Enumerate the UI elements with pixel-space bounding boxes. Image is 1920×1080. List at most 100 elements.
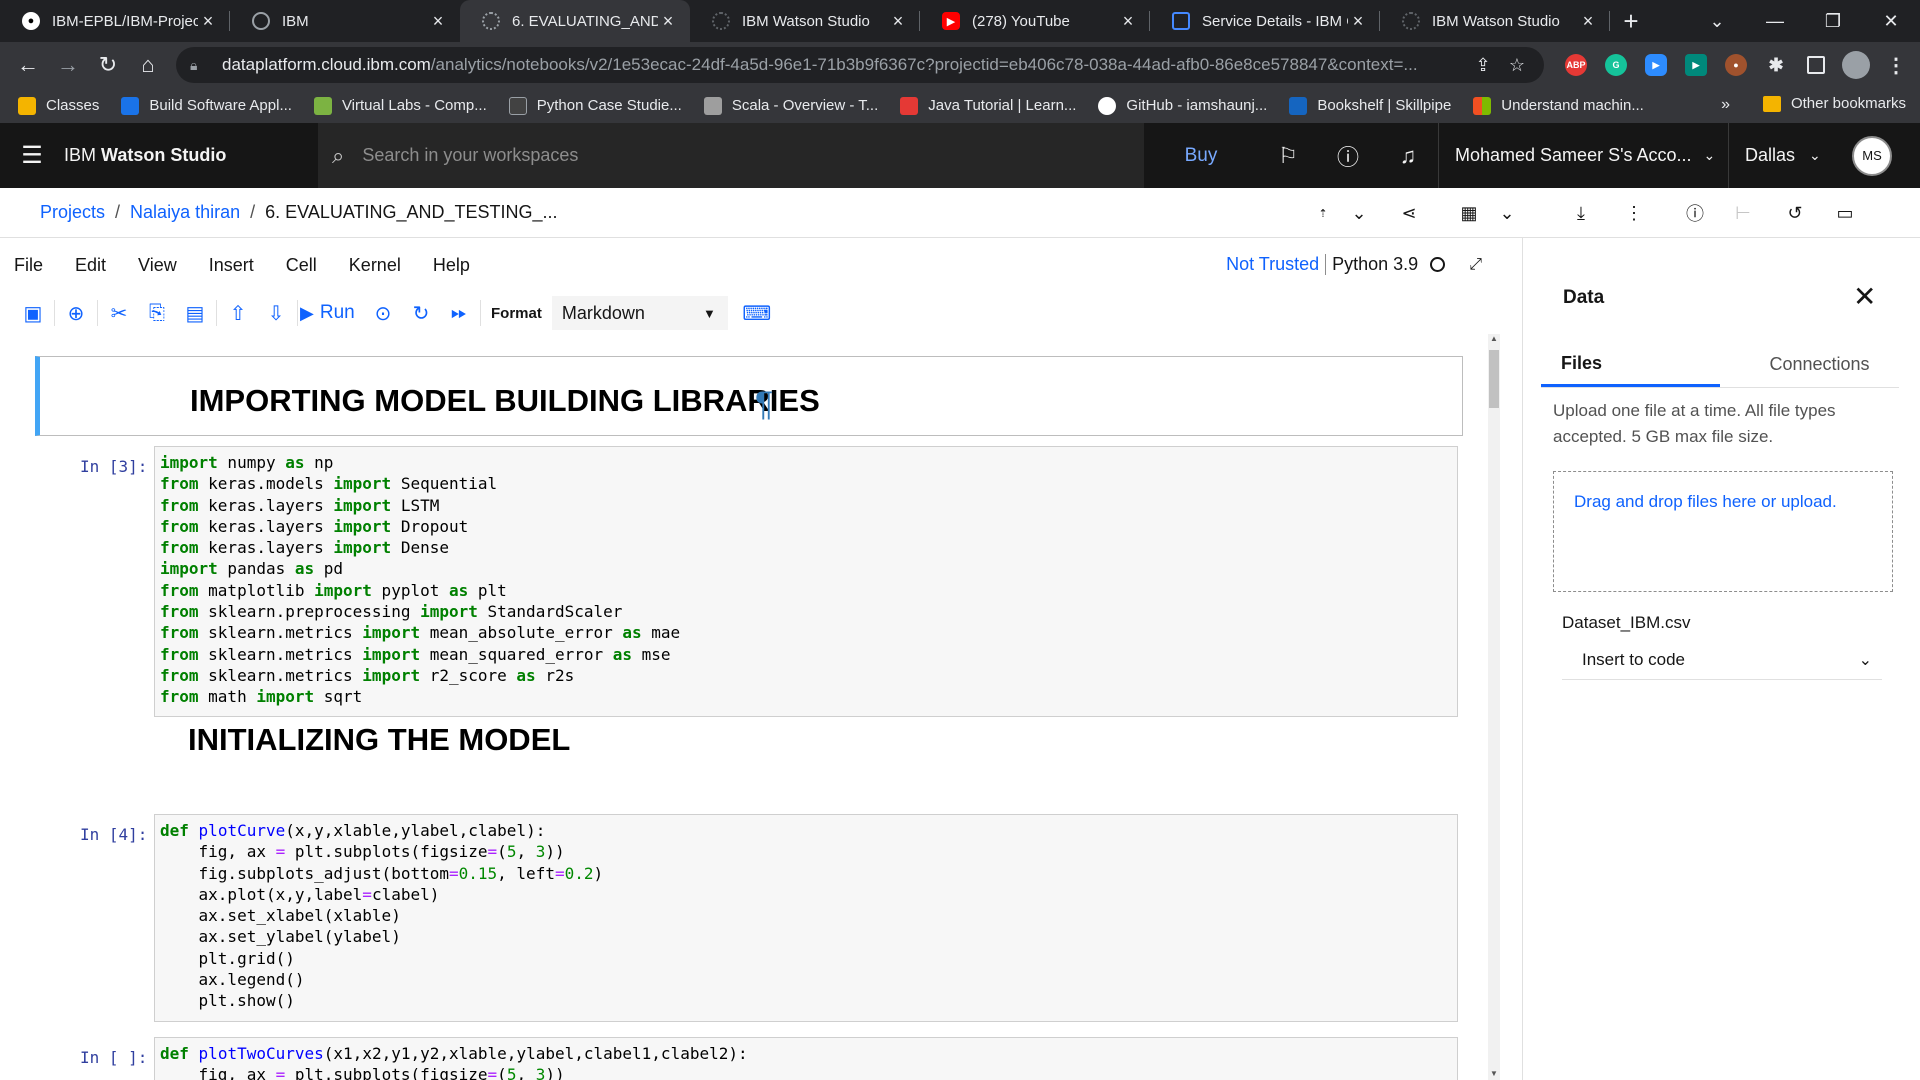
bookmark-item[interactable]: Bookshelf | Skillpipe: [1289, 96, 1451, 115]
comment-icon[interactable]: ▭: [1820, 188, 1870, 238]
insert-to-code-dropdown[interactable]: Insert to code ⌄: [1562, 640, 1882, 680]
cell-type-select[interactable]: Markdown ▼: [551, 296, 728, 330]
browser-tab[interactable]: IBM Watson Studio ×: [1380, 0, 1610, 42]
home-icon[interactable]: ⌂: [128, 45, 168, 85]
bookmark-star-icon[interactable]: ☆: [1500, 55, 1534, 76]
puzzle-icon[interactable]: ✱: [1756, 48, 1796, 82]
chevron-down-icon[interactable]: ⌄: [1482, 188, 1532, 238]
meet-icon[interactable]: ▶: [1676, 48, 1716, 82]
sidepanel-icon[interactable]: [1796, 48, 1836, 82]
menu-help[interactable]: Help: [433, 255, 470, 276]
help-icon[interactable]: ⓘ: [1318, 123, 1378, 188]
profile-icon[interactable]: [1836, 48, 1876, 82]
browser-tab-active[interactable]: 6. EVALUATING_AND_ ×: [460, 0, 690, 42]
tab-connections[interactable]: Connections: [1720, 342, 1899, 387]
close-icon[interactable]: ×: [658, 11, 678, 32]
bookmark-item[interactable]: Virtual Labs - Comp...: [313, 96, 487, 115]
notification-bell-icon[interactable]: ♫: [1378, 123, 1438, 188]
minimize-button[interactable]: —: [1746, 0, 1804, 42]
bookmark-item[interactable]: Understand machin...: [1473, 96, 1644, 115]
menu-kebab-icon[interactable]: ⋮: [1876, 48, 1916, 82]
breadcrumb-projects[interactable]: Projects: [40, 202, 105, 223]
stop-icon[interactable]: ⊙: [364, 295, 402, 331]
workspace-search[interactable]: ⌕ Search in your workspaces: [318, 123, 1144, 188]
chevron-down-icon[interactable]: ⌄: [1688, 0, 1746, 42]
info-icon[interactable]: ⓘ: [1670, 188, 1720, 238]
share-icon[interactable]: ⇪: [1466, 55, 1500, 76]
insert-cell-icon[interactable]: ⊕: [57, 295, 95, 331]
share-icon[interactable]: ⋖: [1384, 188, 1434, 238]
bookmark-item[interactable]: GitHub - iamshaunj...: [1098, 96, 1267, 115]
forward-icon[interactable]: →: [48, 45, 88, 85]
browser-tab[interactable]: ▶ (278) YouTube ×: [920, 0, 1150, 42]
close-icon[interactable]: ×: [1348, 11, 1368, 32]
tree-icon[interactable]: ⊢: [1718, 188, 1768, 238]
bookmark-item[interactable]: Build Software Appl...: [121, 96, 292, 115]
restore-button[interactable]: ❐: [1804, 0, 1862, 42]
close-icon[interactable]: ×: [198, 11, 218, 32]
browser-tab[interactable]: IBM ×: [230, 0, 460, 42]
close-icon[interactable]: ✕: [1853, 280, 1876, 313]
reload-icon[interactable]: ↻: [88, 45, 128, 85]
other-bookmarks[interactable]: Other bookmarks: [1762, 95, 1906, 112]
bookmarks-overflow[interactable]: »: [1721, 96, 1730, 114]
tab-files[interactable]: Files: [1541, 342, 1720, 387]
close-icon[interactable]: ×: [1578, 11, 1598, 32]
save-icon[interactable]: ▣: [14, 295, 52, 331]
move-up-icon[interactable]: ⇧: [219, 295, 257, 331]
code-cell-plotcurve[interactable]: def plotCurve(x,y,xlable,ylabel,clabel):…: [154, 814, 1458, 1022]
zoom-icon[interactable]: ▶: [1636, 48, 1676, 82]
menu-insert[interactable]: Insert: [209, 255, 254, 276]
markdown-cell-selected[interactable]: IMPORTING MODEL BUILDING LIBRARIES ¶: [35, 356, 1463, 436]
menu-view[interactable]: View: [138, 255, 177, 276]
bookmark-item[interactable]: Java Tutorial | Learn...: [900, 96, 1076, 115]
expand-icon[interactable]: ⤢: [1469, 256, 1482, 274]
paste-icon[interactable]: ▤: [176, 295, 214, 331]
notebook-scrollbar[interactable]: ▲ ▼: [1488, 334, 1500, 1080]
cut-icon[interactable]: ✂: [100, 295, 138, 331]
buy-link[interactable]: Buy: [1144, 145, 1258, 167]
file-dropzone[interactable]: Drag and drop files here or upload.: [1553, 471, 1893, 592]
close-icon[interactable]: ×: [888, 11, 908, 32]
restart-icon[interactable]: ↻: [402, 295, 440, 331]
menu-cell[interactable]: Cell: [286, 255, 317, 276]
menu-kernel[interactable]: Kernel: [349, 255, 401, 276]
back-icon[interactable]: ←: [8, 45, 48, 85]
history-icon[interactable]: ↺: [1770, 188, 1820, 238]
chevron-down-icon[interactable]: ⌄: [1334, 188, 1384, 238]
anchor-link-icon[interactable]: ¶: [755, 385, 773, 424]
menu-file[interactable]: File: [14, 255, 43, 276]
app-brand[interactable]: IBM Watson Studio: [64, 145, 318, 166]
scroll-thumb[interactable]: [1489, 350, 1499, 408]
fast-forward-icon[interactable]: ⏩︎: [440, 295, 478, 331]
bookmark-item[interactable]: Scala - Overview - T...: [703, 96, 878, 115]
run-button[interactable]: ▶ Run: [300, 302, 364, 324]
avatar[interactable]: MS: [1852, 135, 1892, 176]
move-down-icon[interactable]: ⇩: [257, 295, 295, 331]
copy-icon[interactable]: ⎘: [138, 295, 176, 331]
bookmark-item[interactable]: Python Case Studie...: [508, 96, 682, 115]
adblock-icon[interactable]: ABP: [1556, 48, 1596, 82]
url-text[interactable]: dataplatform.cloud.ibm.com/analytics/not…: [222, 55, 1466, 75]
download-icon[interactable]: ⤓: [1556, 188, 1606, 238]
close-window-button[interactable]: ✕: [1862, 0, 1920, 42]
grammarly-icon[interactable]: G: [1596, 48, 1636, 82]
code-cell-imports[interactable]: import numpy as np from keras.models imp…: [154, 446, 1458, 717]
browser-tab[interactable]: ● IBM-EPBL/IBM-Projec ×: [0, 0, 230, 42]
signpost-icon[interactable]: ⚐: [1258, 123, 1318, 188]
browser-tab[interactable]: Service Details - IBM C ×: [1150, 0, 1380, 42]
browser-tab[interactable]: IBM Watson Studio ×: [690, 0, 920, 42]
kernel-name[interactable]: Python 3.9: [1325, 254, 1418, 275]
new-tab-button[interactable]: +: [1610, 0, 1652, 42]
menu-edit[interactable]: Edit: [75, 255, 106, 276]
account-switcher[interactable]: Mohamed Sameer S's Acco... ⌄: [1438, 123, 1728, 188]
keyboard-icon[interactable]: ⌨: [738, 295, 776, 331]
breadcrumb-project[interactable]: Nalaiya thiran: [130, 202, 240, 223]
address-bar[interactable]: 🔒︎ dataplatform.cloud.ibm.com/analytics/…: [176, 47, 1544, 83]
code-cell-plottwocurves[interactable]: def plotTwoCurves(x1,x2,y1,y2,xlable,yla…: [154, 1037, 1458, 1080]
hamburger-menu-icon[interactable]: ☰: [0, 123, 64, 188]
close-icon[interactable]: ×: [1118, 11, 1138, 32]
cookie-icon[interactable]: ●: [1716, 48, 1756, 82]
bookmark-item[interactable]: Classes: [18, 96, 99, 115]
overflow-menu-icon[interactable]: ⋮: [1609, 188, 1659, 238]
